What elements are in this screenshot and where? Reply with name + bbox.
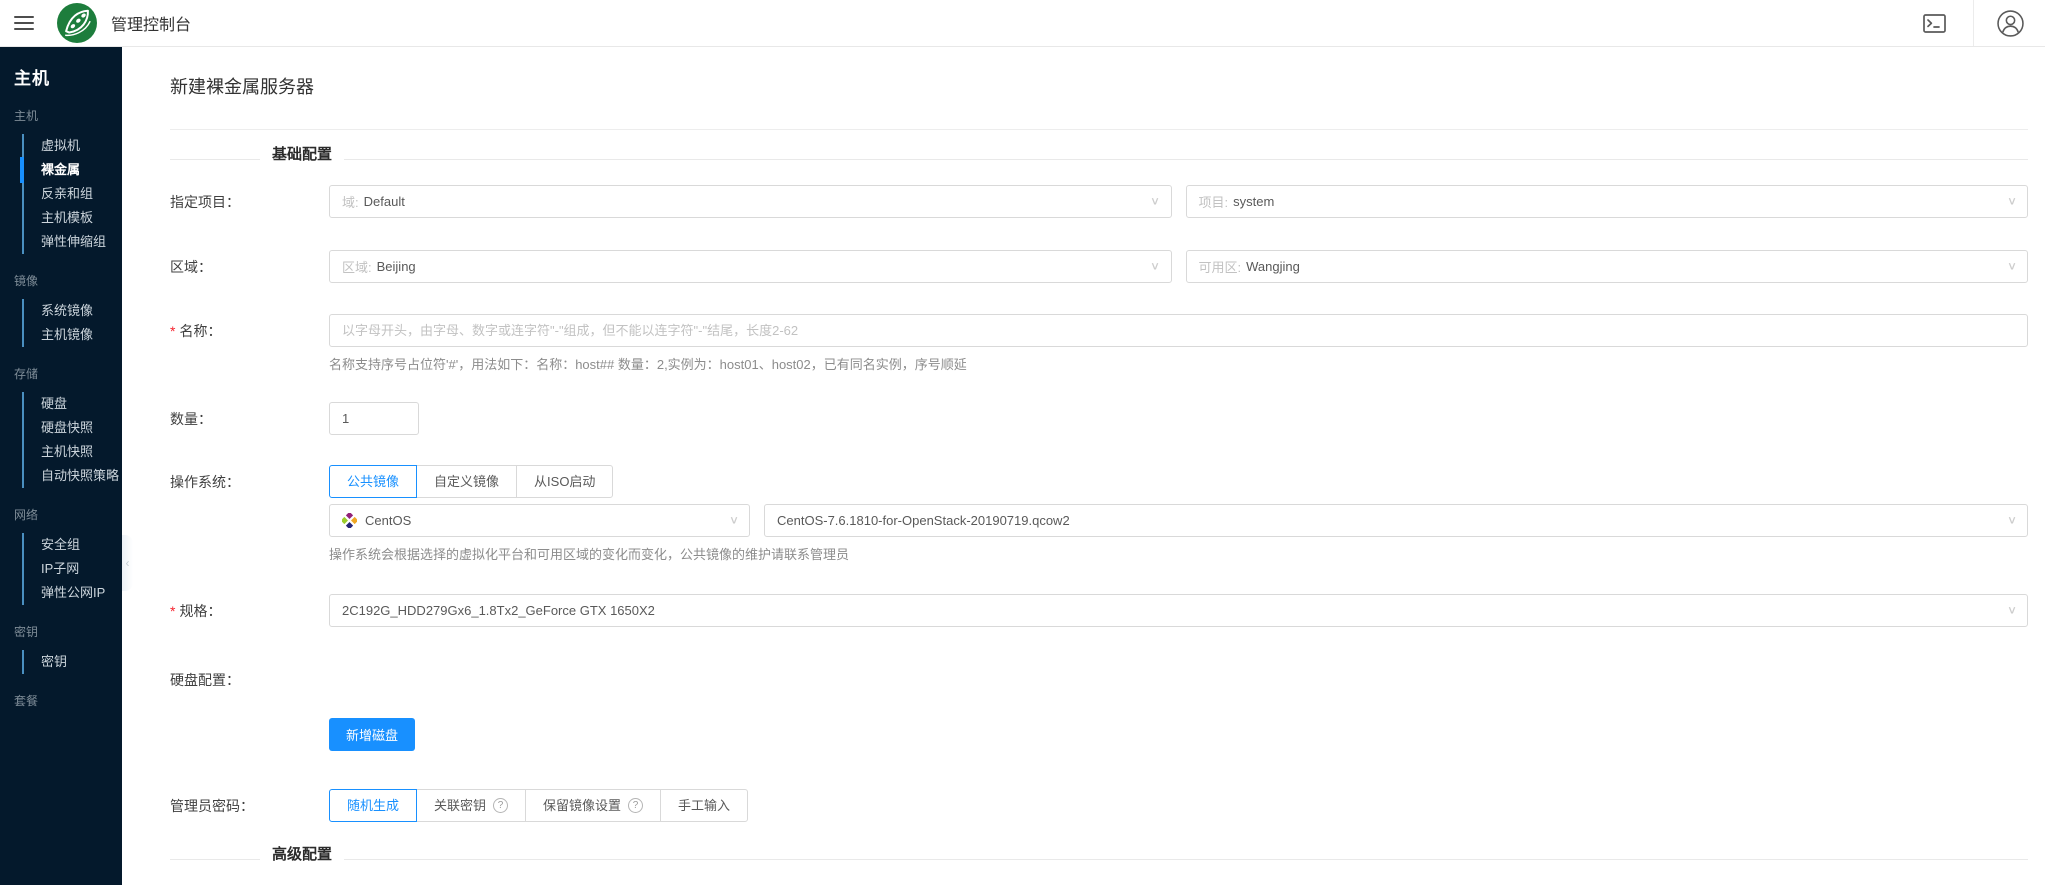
tab-manual-input[interactable]: 手工输入 [660,789,748,822]
divider [344,859,2028,860]
help-icon[interactable]: ? [493,798,508,813]
sidebar-item-host-templates[interactable]: 主机模板 [24,206,122,230]
sidebar-item-host-snapshots[interactable]: 主机快照 [24,440,122,464]
disk-config-label: 硬盘配置： [170,663,329,690]
chevron-down-icon: ∨ [2007,261,2017,272]
required-asterisk: * [170,603,175,619]
sidebar-title: 主机 [0,47,122,89]
hamburger-menu-icon[interactable] [14,12,34,34]
basic-config-section-header: 基础配置 [170,146,2028,164]
divider [170,159,260,160]
chevron-down-icon: ∨ [1150,196,1160,207]
sidebar-group-images: 镜像 [0,272,122,289]
sidebar-item-disks[interactable]: 硬盘 [24,392,122,416]
tab-associate-keypair[interactable]: 关联密钥 ? [416,789,526,822]
sidebar-group-hosts: 主机 [0,107,122,124]
os-image-select[interactable]: CentOS-7.6.1810-for-OpenStack-20190719.q… [764,504,2028,537]
sidebar-group-plans: 套餐 [0,692,122,709]
sidebar-group-network: 网络 [0,506,122,523]
server-name-input[interactable] [329,314,2028,347]
count-label: 数量： [170,402,329,429]
tab-random-generate[interactable]: 随机生成 [329,789,417,822]
tab-custom-image[interactable]: 自定义镜像 [416,465,517,498]
terminal-icon [1923,14,1946,33]
name-label: *名称： [170,314,329,341]
sidebar-item-bare-metal[interactable]: 裸金属 [24,158,122,182]
region-label: 区域： [170,250,329,277]
sidebar-collapse-handle[interactable]: ‹ [122,535,133,591]
sidebar-group-keys: 密钥 [0,623,122,640]
app-title: 管理控制台 [111,11,191,35]
sidebar-item-system-images[interactable]: 系统镜像 [24,299,122,323]
chevron-down-icon: ∨ [1150,261,1160,272]
page-title: 新建裸金属服务器 [170,75,2028,99]
sidebar-item-auto-scaling-groups[interactable]: 弹性伸缩组 [24,230,122,254]
divider [170,859,260,860]
sidebar-item-disk-snapshots[interactable]: 硬盘快照 [24,416,122,440]
admin-password-label: 管理员密码： [170,789,329,816]
sidebar: 主机 主机 虚拟机 裸金属 反亲和组 主机模板 弹性伸缩组 镜像 系统镜像 主机… [0,47,122,885]
os-row: 操作系统： 公共镜像 自定义镜像 从ISO启动 [170,465,2028,564]
sidebar-item-anti-affinity-groups[interactable]: 反亲和组 [24,182,122,206]
add-disk-row: 新增磁盘 [170,718,2028,751]
basic-config-section-title: 基础配置 [272,146,332,164]
chevron-down-icon: ∨ [2007,605,2017,616]
divider [344,159,2028,160]
admin-password-row: 管理员密码： 随机生成 关联密钥 ? 保留镜像设置 ? 手工输入 [170,789,2028,822]
sidebar-item-ip-subnets[interactable]: IP子网 [24,557,122,581]
sidebar-item-virtual-machines[interactable]: 虚拟机 [24,134,122,158]
flavor-row: *规格： 2C192G_HDD279Gx6_1.8Tx2_GeForce GTX… [170,594,2028,627]
add-disk-button[interactable]: 新增磁盘 [329,718,415,751]
required-asterisk: * [170,323,175,339]
os-label: 操作系统： [170,465,329,492]
chevron-down-icon: ∨ [729,515,739,526]
sidebar-item-auto-snapshot-policy[interactable]: 自动快照策略 [24,464,122,488]
user-menu-button[interactable] [1997,10,2024,37]
domain-select[interactable]: 域: Default ∨ [329,185,1172,218]
availability-zone-select[interactable]: 可用区: Wangjing ∨ [1186,250,2029,283]
topbar-divider [1973,0,1974,46]
user-avatar-icon [1997,10,2024,37]
sidebar-item-keypairs[interactable]: 密钥 [24,650,122,674]
advanced-config-section-title: 高级配置 [272,846,332,864]
sidebar-item-host-images[interactable]: 主机镜像 [24,323,122,347]
os-help-text: 操作系统会根据选择的虚拟化平台和可用区域的变化而变化，公共镜像的维护请联系管理员 [329,546,2028,564]
project-select[interactable]: 项目: system ∨ [1186,185,2029,218]
image-source-tabs: 公共镜像 自定义镜像 从ISO启动 [329,465,613,498]
name-help-text: 名称支持序号占位符'#'，用法如下：名称：host## 数量：2,实例为：hos… [329,356,2028,374]
tab-keep-image-settings[interactable]: 保留镜像设置 ? [525,789,661,822]
region-row: 区域： 区域: Beijing ∨ 可用区: Wangjing ∨ [170,250,2028,283]
advanced-config-section-header: 高级配置 [170,846,2028,864]
server-count-input[interactable] [329,402,419,435]
count-row: 数量： [170,402,2028,435]
disk-config-row: 硬盘配置： [170,663,2028,690]
web-terminal-button[interactable] [1923,14,1946,33]
title-divider [170,129,2028,130]
password-mode-tabs: 随机生成 关联密钥 ? 保留镜像设置 ? 手工输入 [329,789,748,822]
main-content: ‹ 新建裸金属服务器 基础配置 指定项目： 域: Default ∨ 项目: s… [122,47,2045,885]
brand-logo [57,3,97,43]
sidebar-item-elastic-public-ip[interactable]: 弹性公网IP [24,581,122,605]
help-icon[interactable]: ? [628,798,643,813]
chevron-left-icon: ‹ [126,556,130,570]
flavor-select[interactable]: 2C192G_HDD279Gx6_1.8Tx2_GeForce GTX 1650… [329,594,2028,627]
name-row: *名称： 名称支持序号占位符'#'，用法如下：名称：host## 数量：2,实例… [170,314,2028,374]
region-select[interactable]: 区域: Beijing ∨ [329,250,1172,283]
sidebar-group-storage: 存储 [0,365,122,382]
topbar: 管理控制台 [0,0,2045,47]
tab-public-image[interactable]: 公共镜像 [329,465,417,498]
chevron-down-icon: ∨ [2007,515,2017,526]
tab-boot-from-iso[interactable]: 从ISO启动 [516,465,613,498]
sidebar-item-security-groups[interactable]: 安全组 [24,533,122,557]
centos-logo-icon [342,513,357,528]
os-distro-select[interactable]: CentOS ∨ [329,504,750,537]
project-label: 指定项目： [170,185,329,212]
project-row: 指定项目： 域: Default ∨ 项目: system ∨ [170,185,2028,218]
chevron-down-icon: ∨ [2007,196,2017,207]
flavor-label: *规格： [170,594,329,621]
